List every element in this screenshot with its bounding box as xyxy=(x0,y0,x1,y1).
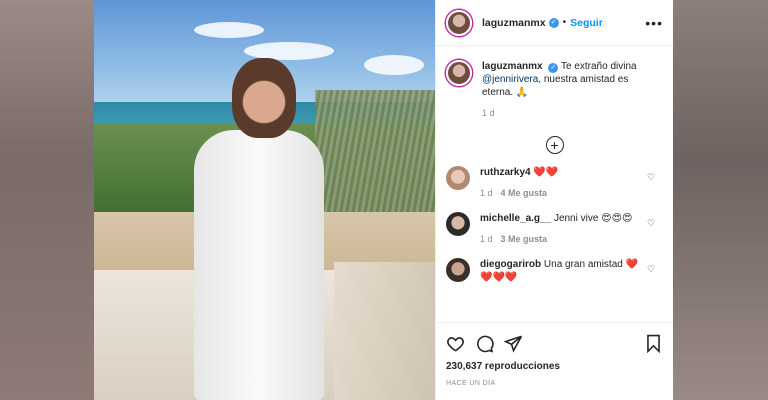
comment-text: ❤️❤️ xyxy=(533,167,559,178)
avatar[interactable] xyxy=(446,166,470,190)
caption-time: 1 d xyxy=(482,108,495,118)
comment-text: Jenni vive 😍😍😍 xyxy=(553,213,633,224)
action-icons xyxy=(446,331,663,355)
post-timestamp[interactable]: HACE UN DÍA xyxy=(446,380,663,387)
post-header: laguzmanmx ✓ • Seguir ••• xyxy=(436,0,673,46)
caption-mention[interactable]: @jennirivera xyxy=(482,74,538,85)
comment-time: 1 d xyxy=(480,234,493,244)
comment-meta: 1 d 3 Me gusta xyxy=(480,233,640,246)
comment-username[interactable]: michelle_a.g__ xyxy=(480,213,551,224)
caption-username[interactable]: laguzmanmx xyxy=(482,61,543,72)
separator-dot: • xyxy=(562,17,567,28)
backdrop-left xyxy=(0,0,94,400)
heart-small-icon[interactable]: ♡ xyxy=(647,218,657,228)
video-bench xyxy=(334,262,435,400)
comment-likes[interactable]: 3 Me gusta xyxy=(501,234,548,244)
instagram-post: laguzmanmx ✓ • Seguir ••• laguzmanmx ✓ T… xyxy=(94,0,673,400)
bookmark-icon[interactable] xyxy=(644,334,663,353)
comment-icon[interactable] xyxy=(475,334,494,353)
like-icon[interactable] xyxy=(446,334,465,353)
comment-username[interactable]: diegogarirob xyxy=(480,259,541,270)
cloud xyxy=(364,55,424,75)
share-icon[interactable] xyxy=(504,334,523,353)
post-username[interactable]: laguzmanmx xyxy=(482,17,546,29)
video-person-head xyxy=(232,58,296,138)
avatar[interactable] xyxy=(446,212,470,236)
list-item: diegogarirob Una gran amistad ❤️❤️❤️❤️ ♡ xyxy=(446,258,663,284)
caption-text-before: Te extraño divina xyxy=(560,61,637,72)
post-actions: 230,637 reproducciones HACE UN DÍA xyxy=(436,322,673,400)
follow-button[interactable]: Seguir xyxy=(570,17,603,29)
comment-likes[interactable]: 4 Me gusta xyxy=(501,188,548,198)
video-person xyxy=(194,130,324,400)
list-item: michelle_a.g__ Jenni vive 😍😍😍 1 d 3 Me gu… xyxy=(446,212,663,246)
comments-section: laguzmanmx ✓ Te extraño divina @jenniriv… xyxy=(436,46,673,322)
cloud xyxy=(194,22,264,38)
more-options-icon[interactable]: ••• xyxy=(645,15,663,31)
verified-icon: ✓ xyxy=(548,63,559,73)
comment-body: diegogarirob Una gran amistad ❤️❤️❤️❤️ xyxy=(480,258,640,284)
view-count[interactable]: 230,637 reproducciones xyxy=(446,361,663,372)
video-player[interactable] xyxy=(94,0,435,400)
avatar[interactable] xyxy=(446,258,470,282)
load-more-row: + xyxy=(446,136,663,154)
video-grass xyxy=(315,90,435,230)
avatar[interactable] xyxy=(446,60,472,86)
load-more-icon[interactable]: + xyxy=(545,136,564,154)
comment-username[interactable]: ruthzarky4 xyxy=(480,167,531,178)
verified-icon: ✓ xyxy=(548,17,559,28)
heart-small-icon[interactable]: ♡ xyxy=(647,264,657,274)
comment-body: michelle_a.g__ Jenni vive 😍😍😍 1 d 3 Me gu… xyxy=(480,212,640,246)
avatar[interactable] xyxy=(446,9,472,36)
comment-time: 1 d xyxy=(480,188,493,198)
backdrop-right xyxy=(672,0,768,400)
post-sidebar: laguzmanmx ✓ • Seguir ••• laguzmanmx ✓ T… xyxy=(435,0,673,400)
heart-small-icon[interactable]: ♡ xyxy=(647,172,657,182)
comment-body: ruthzarky4 ❤️❤️ 1 d 4 Me gusta xyxy=(480,166,640,200)
list-item: ruthzarky4 ❤️❤️ 1 d 4 Me gusta ♡ xyxy=(446,166,663,200)
caption-text: laguzmanmx ✓ Te extraño divina @jenniriv… xyxy=(482,60,652,120)
comment-meta: 1 d 4 Me gusta xyxy=(480,187,640,200)
caption: laguzmanmx ✓ Te extraño divina @jenniriv… xyxy=(446,60,663,120)
